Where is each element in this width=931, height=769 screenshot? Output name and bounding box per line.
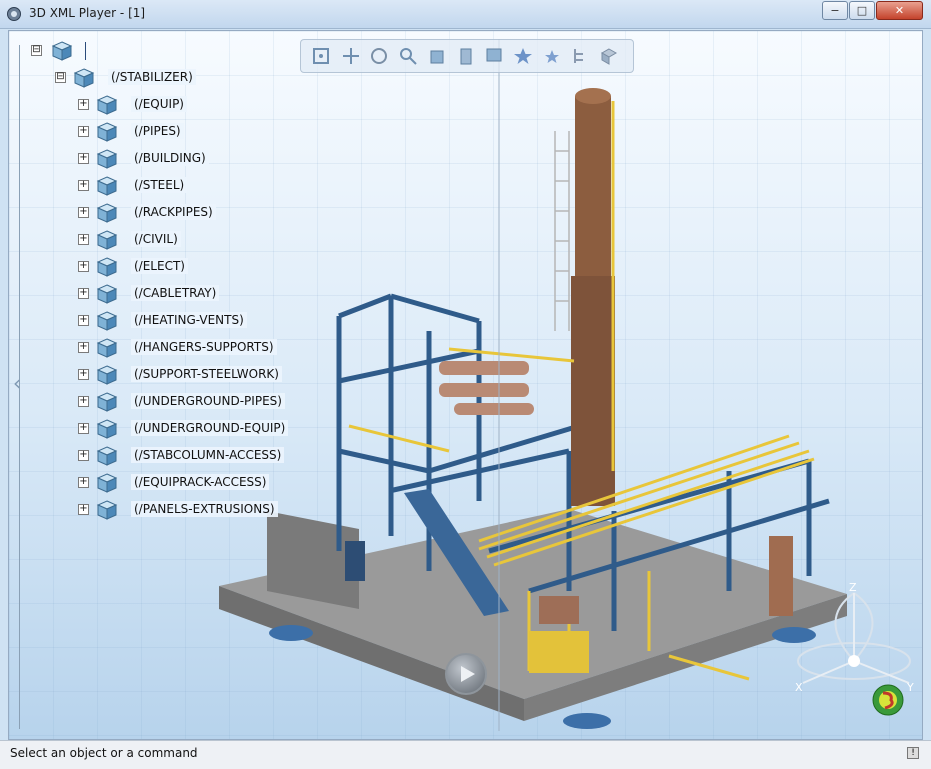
view-toolbar bbox=[300, 39, 634, 73]
tree-node-label[interactable]: (/PANELS-EXTRUSIONS) bbox=[131, 501, 278, 517]
close-button[interactable]: ✕ bbox=[876, 1, 923, 20]
title-bar: 3D XML Player - [1] − □ ✕ bbox=[0, 0, 931, 29]
heat-exchanger bbox=[454, 403, 534, 415]
cube-node-icon bbox=[96, 473, 118, 493]
expand-icon[interactable]: + bbox=[78, 288, 89, 299]
tree-node-label[interactable]: (/RACKPIPES) bbox=[131, 204, 216, 220]
collapse-panel-icon[interactable]: ‹ bbox=[13, 371, 21, 395]
tree-node-label[interactable]: (/UNDERGROUND-PIPES) bbox=[131, 393, 285, 409]
text-cursor bbox=[85, 42, 86, 60]
collapse-icon[interactable]: ⊟ bbox=[31, 45, 42, 56]
column-ladder bbox=[554, 131, 570, 331]
cube-node-icon bbox=[96, 230, 118, 250]
status-bar: Select an object or a command ! bbox=[0, 740, 931, 769]
box-icon[interactable] bbox=[599, 46, 619, 66]
expand-icon[interactable]: + bbox=[78, 423, 89, 434]
star-small-icon[interactable] bbox=[542, 46, 562, 66]
expand-icon[interactable]: + bbox=[78, 369, 89, 380]
status-text: Select an object or a command bbox=[10, 746, 198, 760]
expand-icon[interactable]: + bbox=[78, 342, 89, 353]
star-icon[interactable] bbox=[513, 46, 533, 66]
rotate-icon[interactable] bbox=[369, 46, 389, 66]
cube-node-icon bbox=[51, 41, 73, 61]
expand-icon[interactable]: + bbox=[78, 261, 89, 272]
tree-node-label[interactable]: (/SUPPORT-STEELWORK) bbox=[131, 366, 282, 382]
tree-node-label[interactable]: (/STABCOLUMN-ACCESS) bbox=[131, 447, 285, 463]
tree-node-label[interactable]: (/PIPES) bbox=[131, 123, 184, 139]
view-cube-icon[interactable] bbox=[428, 46, 448, 66]
cube-node-icon bbox=[96, 284, 118, 304]
play-button[interactable] bbox=[445, 653, 487, 695]
app-icon bbox=[7, 7, 21, 21]
column-top bbox=[575, 88, 611, 104]
info-icon[interactable]: ! bbox=[907, 747, 919, 759]
fit-all-icon[interactable] bbox=[311, 46, 331, 66]
viewer-area[interactable]: ⊟ ⊟ (/STABILIZER) + (/EQUIP) + (/PIPES) + (/B… bbox=[8, 30, 923, 740]
heat-exchanger bbox=[439, 361, 529, 375]
pump bbox=[539, 596, 579, 624]
expand-icon[interactable]: + bbox=[78, 504, 89, 515]
render-style-icon[interactable] bbox=[456, 46, 476, 66]
expand-icon[interactable]: + bbox=[78, 315, 89, 326]
expand-icon[interactable]: + bbox=[78, 153, 89, 164]
cube-node-icon bbox=[96, 122, 118, 142]
cube-node-icon bbox=[96, 311, 118, 331]
stab-column-lower bbox=[571, 276, 615, 506]
tree-node-label[interactable]: (/EQUIP) bbox=[131, 96, 187, 112]
cube-node-icon bbox=[96, 338, 118, 358]
tree-node-label[interactable]: (/BUILDING) bbox=[131, 150, 209, 166]
tree-node-label[interactable]: (/HEATING-VENTS) bbox=[131, 312, 247, 328]
expand-icon[interactable]: + bbox=[78, 396, 89, 407]
expand-icon[interactable]: + bbox=[78, 450, 89, 461]
tree-node-label[interactable]: (/CABLETRAY) bbox=[131, 285, 220, 301]
tree-node-label[interactable]: (/STEEL) bbox=[131, 177, 188, 193]
cube-node-icon bbox=[96, 95, 118, 115]
tree-icon[interactable] bbox=[571, 46, 591, 66]
cube-node-icon bbox=[96, 419, 118, 439]
tree-node-label[interactable]: (/UNDERGROUND-EQUIP) bbox=[131, 420, 289, 436]
tree-node-label[interactable]: (/HANGERS-SUPPORTS) bbox=[131, 339, 277, 355]
cube-node-icon bbox=[96, 500, 118, 520]
hide-show-icon[interactable] bbox=[484, 46, 504, 66]
tree-node-label[interactable]: (/ELECT) bbox=[131, 258, 188, 274]
cube-node-icon bbox=[73, 68, 95, 88]
cube-node-icon bbox=[96, 257, 118, 277]
axis-z-label: Z bbox=[849, 581, 857, 594]
building-panel bbox=[345, 541, 365, 581]
collapse-icon[interactable]: ⊟ bbox=[55, 72, 66, 83]
cabinet bbox=[769, 536, 793, 616]
cube-node-icon bbox=[96, 203, 118, 223]
heat-exchanger bbox=[439, 383, 529, 397]
tree-node-label[interactable]: (/STABILIZER) bbox=[108, 69, 196, 85]
tree-node-label[interactable]: (/EQUIPRACK-ACCESS) bbox=[131, 474, 270, 490]
play-icon bbox=[461, 666, 475, 682]
tree-node-label[interactable]: (/CIVIL) bbox=[131, 231, 181, 247]
cube-node-icon bbox=[96, 365, 118, 385]
expand-icon[interactable]: + bbox=[78, 207, 89, 218]
support-foot bbox=[269, 625, 313, 641]
pan-icon[interactable] bbox=[341, 46, 361, 66]
yellow-equipment bbox=[529, 631, 589, 673]
cube-node-icon bbox=[96, 446, 118, 466]
expand-icon[interactable]: + bbox=[78, 477, 89, 488]
minimize-button[interactable]: − bbox=[822, 1, 848, 20]
stab-column-upper bbox=[575, 96, 611, 276]
expand-icon[interactable]: + bbox=[78, 126, 89, 137]
window-title: 3D XML Player - [1] bbox=[29, 6, 146, 20]
support-foot bbox=[563, 713, 611, 729]
cube-node-icon bbox=[96, 392, 118, 412]
cube-node-icon bbox=[96, 149, 118, 169]
cube-node-icon bbox=[96, 176, 118, 196]
maximize-button[interactable]: □ bbox=[849, 1, 875, 20]
expand-icon[interactable]: + bbox=[78, 234, 89, 245]
axis-y-label: Y bbox=[906, 681, 914, 694]
expand-icon[interactable]: + bbox=[78, 99, 89, 110]
expand-icon[interactable]: + bbox=[78, 180, 89, 191]
zoom-icon[interactable] bbox=[398, 46, 418, 66]
axis-x-label: X bbox=[795, 681, 803, 694]
3ds-logo-icon bbox=[872, 684, 904, 716]
